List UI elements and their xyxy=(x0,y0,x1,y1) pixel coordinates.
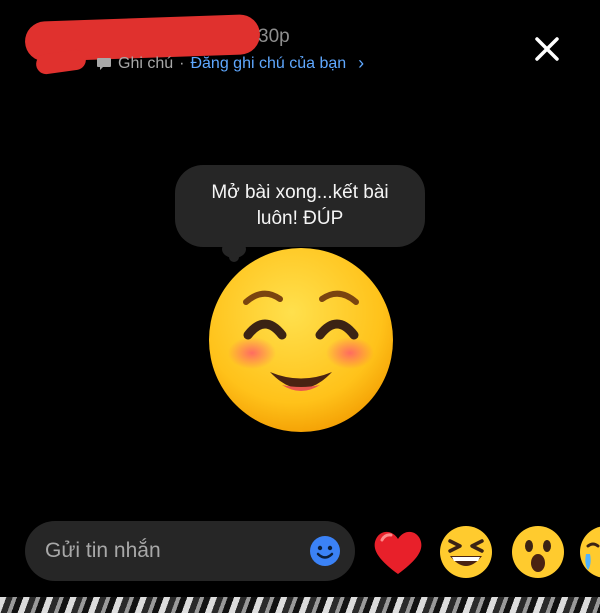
heart-reaction-icon[interactable] xyxy=(370,524,426,580)
emoji-picker-icon[interactable] xyxy=(308,534,342,568)
chevron-right-icon[interactable]: › xyxy=(358,53,364,74)
separator: · xyxy=(179,54,185,72)
close-icon[interactable] xyxy=(530,32,564,66)
background-image-edge xyxy=(0,597,600,613)
grinning-squinting-face-reaction-icon[interactable] xyxy=(438,524,494,580)
note-bubble: Mở bài xong...kết bài luôn! ĐÚP xyxy=(175,165,425,247)
message-input[interactable]: Gửi tin nhắn xyxy=(25,521,355,581)
crying-face-reaction-icon[interactable] xyxy=(578,524,600,580)
note-text-line-1: Mở bài xong...kết bài xyxy=(211,182,389,203)
note-subline: Ghi chú · Đăng ghi chú của bạn › xyxy=(96,53,364,74)
message-input-placeholder: Gửi tin nhắn xyxy=(45,539,161,562)
note-label: Ghi chú xyxy=(118,54,174,72)
header: 30p Ghi chú · Đăng ghi chú của bạn › xyxy=(0,0,600,90)
note-time: 30p xyxy=(258,26,290,47)
note-text-line-2: luôn! ĐÚP xyxy=(256,208,344,229)
note-icon xyxy=(97,57,111,70)
surprised-face-reaction-icon[interactable] xyxy=(510,524,566,580)
post-your-note-link[interactable]: Đăng ghi chú của bạn xyxy=(190,55,346,73)
smiling-face-with-smiling-eyes-icon xyxy=(209,248,393,432)
note-text: Mở bài xong...kết bài luôn! ĐÚP xyxy=(211,180,388,232)
